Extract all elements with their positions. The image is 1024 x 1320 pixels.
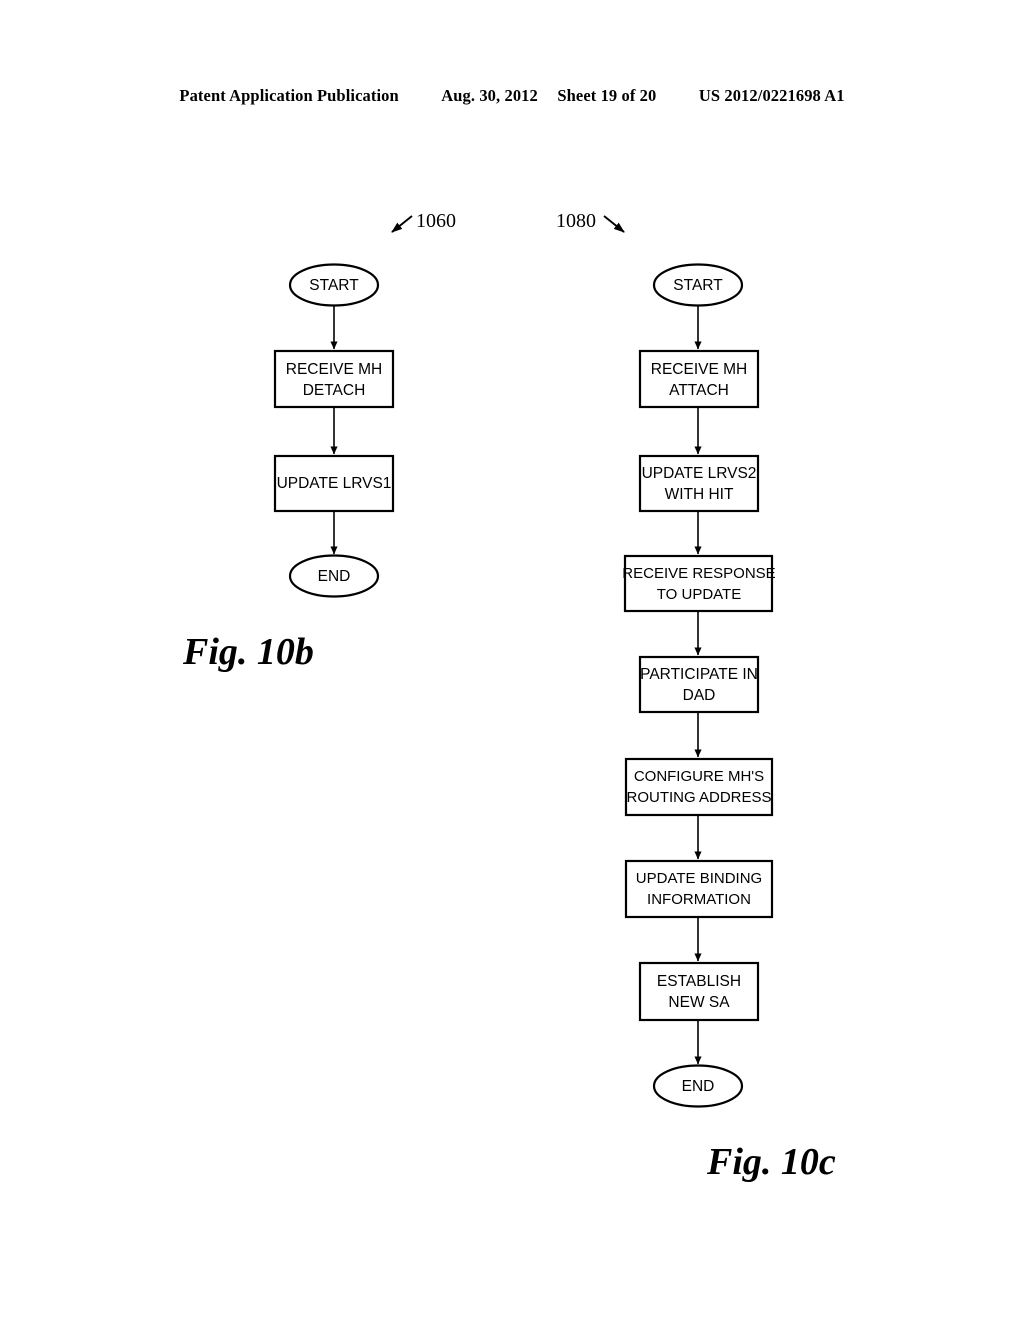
node-label-line2: ROUTING ADDRESS [626, 789, 771, 806]
node-receive-mh-attach: RECEIVE MH ATTACH [638, 349, 760, 409]
node-establish-new-sa: ESTABLISH NEW SA [638, 961, 760, 1022]
node-receive-response-to-update: RECEIVE RESPONSE TO UPDATE [622, 554, 776, 613]
node-label-line2: INFORMATION [647, 891, 751, 908]
node-label-line2: NEW SA [668, 994, 730, 1011]
node-start-10c: START [652, 263, 744, 307]
reference-leader-1060 [391, 215, 413, 233]
node-end-10c: END [652, 1064, 744, 1108]
node-label-line1: UPDATE BINDING [636, 870, 762, 887]
node-label-line1: RECEIVE MH [651, 361, 747, 378]
node-label: END [682, 1078, 715, 1095]
reference-numeral-1060: 1060 [416, 210, 456, 232]
reference-leader-1080 [603, 215, 625, 233]
node-label-line1: CONFIGURE MH'S [634, 768, 764, 785]
node-label-line1: ESTABLISH [657, 973, 741, 990]
node-label: START [309, 277, 359, 294]
node-label-line1: UPDATE LRVS1 [277, 475, 392, 492]
figure-caption-10b: Fig. 10b [183, 631, 314, 673]
node-label-line1: UPDATE LRVS2 [642, 465, 757, 482]
node-label-line2: DETACH [303, 382, 366, 399]
node-label-line2: ATTACH [669, 382, 729, 399]
node-start-10b: START [288, 263, 380, 307]
node-update-lrvs1: UPDATE LRVS1 [273, 454, 395, 513]
node-label-line2: WITH HIT [665, 486, 734, 503]
node-label-line1: RECEIVE RESPONSE [622, 565, 775, 582]
node-receive-mh-detach: RECEIVE MH DETACH [273, 349, 395, 409]
node-label: START [673, 277, 723, 294]
flowchart-10c: START RECEIVE MH ATTACH UPDATE LRVS2 WIT… [603, 215, 776, 1108]
node-label-line1: PARTICIPATE IN [640, 666, 758, 683]
node-label-line1: RECEIVE MH [286, 361, 382, 378]
node-configure-mh-routing-address: CONFIGURE MH'S ROUTING ADDRESS [624, 757, 774, 817]
node-end-10b: END [288, 554, 380, 598]
node-label-line2: DAD [683, 687, 716, 704]
node-participate-in-dad: PARTICIPATE IN DAD [638, 655, 760, 714]
patent-figure-sheet: START RECEIVE MH DETACH UPDATE LRVS1 END… [273, 215, 776, 1108]
process-shape [638, 961, 760, 1022]
flowchart-10b: START RECEIVE MH DETACH UPDATE LRVS1 END [273, 215, 413, 598]
node-update-lrvs2-with-hit: UPDATE LRVS2 WITH HIT [638, 454, 760, 513]
figure-caption-10c: Fig. 10c [707, 1141, 836, 1183]
reference-numeral-1080: 1080 [556, 210, 596, 232]
node-label: END [318, 568, 351, 585]
node-label-line2: TO UPDATE [657, 586, 741, 603]
node-update-binding-information: UPDATE BINDING INFORMATION [624, 859, 774, 919]
